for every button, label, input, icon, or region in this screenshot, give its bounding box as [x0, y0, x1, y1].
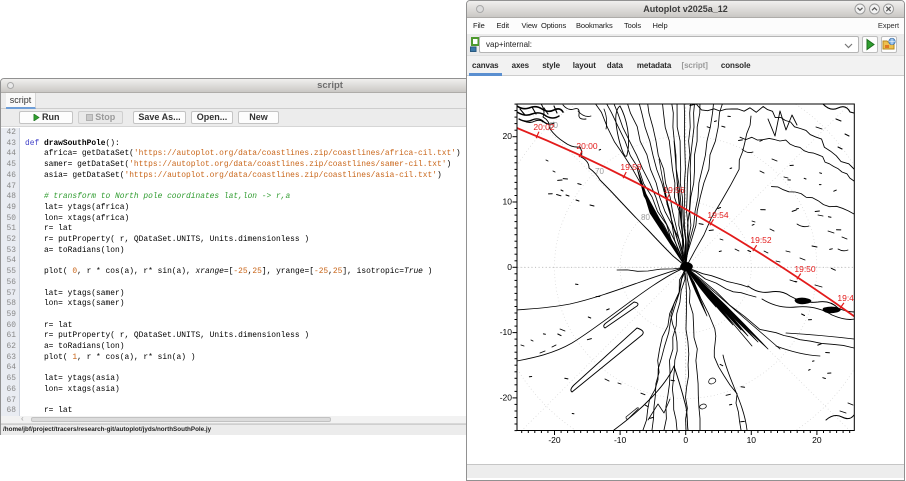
svg-text:10: 10 — [503, 197, 513, 207]
svg-text:20: 20 — [812, 435, 822, 445]
svg-text:20:02: 20:02 — [533, 122, 555, 132]
svg-text:0: 0 — [507, 262, 512, 272]
svg-text:19:58: 19:58 — [620, 162, 642, 172]
svg-text:-20: -20 — [500, 392, 513, 402]
svg-text:19:52: 19:52 — [750, 235, 772, 245]
svg-text:19:48: 19:48 — [837, 293, 859, 303]
svg-text:20: 20 — [503, 131, 513, 141]
svg-text:-10: -10 — [614, 435, 627, 445]
svg-text:0: 0 — [683, 435, 688, 445]
svg-text:10: 10 — [747, 435, 757, 445]
svg-text:80: 80 — [641, 213, 650, 222]
svg-text:19:54: 19:54 — [707, 210, 729, 220]
svg-text:70: 70 — [595, 167, 604, 176]
svg-text:20:00: 20:00 — [576, 141, 598, 151]
svg-text:19:56: 19:56 — [663, 185, 685, 195]
svg-text:-20: -20 — [548, 435, 561, 445]
svg-text:-10: -10 — [500, 327, 513, 337]
svg-text:19:50: 19:50 — [794, 264, 816, 274]
